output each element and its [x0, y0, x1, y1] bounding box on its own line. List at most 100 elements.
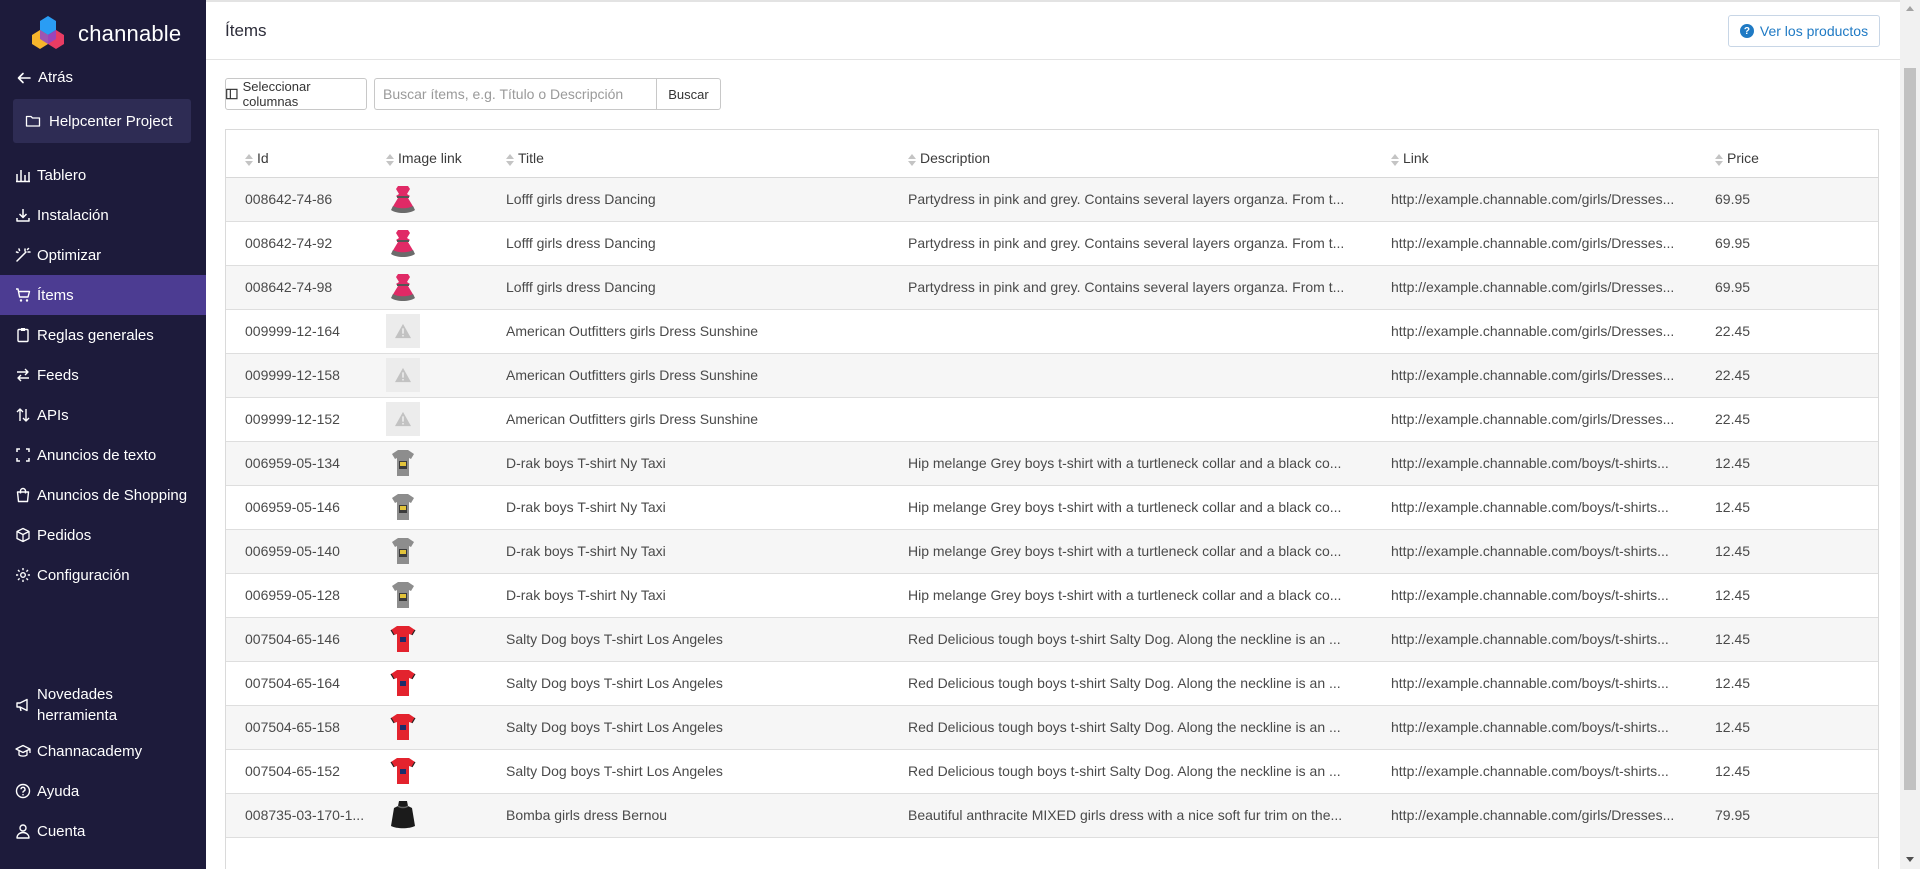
sidebar-item-tablero[interactable]: Tablero [0, 155, 206, 195]
sidebar-item-optimizar[interactable]: Optimizar [0, 235, 206, 275]
bar-chart-icon [16, 170, 30, 183]
table-row[interactable]: 008642-74-86 Lofff girls dress Dancing Par… [226, 177, 1878, 222]
cell-link: http://example.channable.com/boys/t-shir… [1391, 661, 1715, 706]
sidebar-item-anuncios-texto[interactable]: Anuncios de texto [0, 435, 206, 475]
table-row[interactable]: 007504-65-164 Salty Dog boys T-shirt Los … [226, 661, 1878, 706]
cell-image [386, 177, 506, 222]
cell-title: Salty Dog boys T-shirt Los Angeles [506, 749, 908, 794]
scroll-up-arrow[interactable] [1906, 6, 1914, 11]
items-table: Id Image link Title Description Link Pri… [225, 129, 1879, 869]
cell-description: Hip melange Grey boys t-shirt with a tur… [908, 485, 1391, 530]
sidebar-item-apis[interactable]: APIs [0, 395, 206, 435]
cell-image [386, 309, 506, 354]
search-button[interactable]: Buscar [656, 78, 721, 110]
sidebar-item-label: Anuncios de texto [37, 446, 157, 464]
cell-id: 008642-74-92 [226, 221, 386, 266]
cell-image [386, 617, 506, 662]
columns-icon [226, 88, 238, 100]
table-row[interactable]: 008642-74-98 Lofff girls dress Dancing Par… [226, 265, 1878, 310]
logo-text: channable [78, 21, 182, 46]
sidebar-item-pedidos[interactable]: Pedidos [0, 515, 206, 555]
cell-image [386, 529, 506, 574]
sidebar-item-ayuda[interactable]: Ayuda [0, 771, 206, 811]
product-thumbnail [386, 270, 492, 304]
magic-wand-icon [15, 247, 31, 262]
table-row[interactable]: 008642-74-92 Lofff girls dress Dancing Par… [226, 221, 1878, 266]
cell-link: http://example.channable.com/girls/Dress… [1391, 177, 1715, 222]
cell-price: 12.45 [1715, 485, 1878, 530]
column-header-title[interactable]: Title [506, 130, 908, 178]
cell-title: Salty Dog boys T-shirt Los Angeles [506, 661, 908, 706]
cell-id: 009999-12-152 [226, 397, 386, 442]
table-row[interactable]: 006959-05-140 D-rak boys T-shirt Ny Taxi H… [226, 529, 1878, 574]
cell-image [386, 573, 506, 618]
sidebar-item-configuracion[interactable]: Configuración [0, 555, 206, 595]
sidebar-item-label: APIs [37, 406, 69, 424]
table-row[interactable]: 009999-12-152 American Outfitters girls D… [226, 397, 1878, 442]
cell-price: 69.95 [1715, 221, 1878, 266]
table-row[interactable]: 006959-05-128 D-rak boys T-shirt Ny Taxi H… [226, 573, 1878, 618]
cell-title: Bomba girls dress Bernou [506, 793, 908, 838]
select-columns-button[interactable]: Seleccionar columnas [225, 78, 367, 110]
view-products-button[interactable]: ? Ver los productos [1728, 15, 1880, 47]
column-header-description[interactable]: Description [908, 130, 1391, 178]
missing-image-icon [386, 358, 492, 392]
sidebar-item-channacademy[interactable]: Channacademy [0, 731, 206, 771]
sort-icon [506, 153, 514, 166]
sidebar-item-label: Configuración [37, 566, 130, 584]
cell-description: Red Delicious tough boys t-shirt Salty D… [908, 749, 1391, 794]
scroll-down-arrow[interactable] [1906, 857, 1914, 862]
sidebar-item-items[interactable]: Ítems [0, 275, 206, 315]
table-row[interactable]: 006959-05-146 D-rak boys T-shirt Ny Taxi H… [226, 485, 1878, 530]
cell-id: 006959-05-146 [226, 485, 386, 530]
cell-price: 22.45 [1715, 309, 1878, 354]
cell-title: D-rak boys T-shirt Ny Taxi [506, 441, 908, 486]
cell-image [386, 749, 506, 794]
missing-image-icon [386, 402, 492, 436]
sidebar-item-cuenta[interactable]: Cuenta [0, 811, 206, 851]
table-row[interactable]: 006959-05-134 D-rak boys T-shirt Ny Taxi H… [226, 441, 1878, 486]
sidebar-item-instalacion[interactable]: Instalación [0, 195, 206, 235]
table-row[interactable]: 007504-65-152 Salty Dog boys T-shirt Los … [226, 749, 1878, 794]
product-thumbnail [386, 490, 492, 524]
table-row[interactable]: 007504-65-158 Salty Dog boys T-shirt Los … [226, 705, 1878, 750]
search-input[interactable] [374, 78, 656, 110]
cell-link: http://example.channable.com/girls/Dress… [1391, 353, 1715, 398]
table-row[interactable]: 009999-12-158 American Outfitters girls D… [226, 353, 1878, 398]
project-selector[interactable]: Helpcenter Project [13, 99, 191, 143]
cell-description [908, 353, 1391, 398]
column-header-link[interactable]: Link [1391, 130, 1715, 178]
sidebar: channable Atrás Helpcenter Project Table… [0, 0, 206, 869]
cell-title: Salty Dog boys T-shirt Los Angeles [506, 705, 908, 750]
back-link[interactable]: Atrás [16, 69, 73, 86]
megaphone-icon [16, 698, 28, 712]
transfer-icon [17, 368, 29, 382]
sidebar-item-label: Reglas generales [37, 326, 154, 344]
product-thumbnail [386, 446, 492, 480]
scrollbar-thumb[interactable] [1904, 68, 1916, 790]
cell-description: Partydress in pink and grey. Contains se… [908, 265, 1391, 310]
sidebar-item-label: Optimizar [37, 246, 102, 264]
cell-price: 12.45 [1715, 529, 1878, 574]
cell-price: 12.45 [1715, 441, 1878, 486]
channable-logo[interactable]: channable [28, 14, 181, 54]
table-row[interactable]: 008735-03-170-1... Bomba girls dress Bern… [226, 793, 1878, 838]
sidebar-item-anuncios-shopping[interactable]: Anuncios de Shopping [0, 475, 206, 515]
cell-image [386, 265, 506, 310]
cell-id: 007504-65-158 [226, 705, 386, 750]
cell-link: http://example.channable.com/boys/t-shir… [1391, 705, 1715, 750]
column-header-image-link[interactable]: Image link [386, 130, 506, 178]
help-circle-icon [15, 783, 31, 799]
sidebar-item-reglas-generales[interactable]: Reglas generales [0, 315, 206, 355]
cell-id: 006959-05-134 [226, 441, 386, 486]
column-header-price[interactable]: Price [1715, 130, 1878, 178]
sidebar-item-novedades[interactable]: Novedades herramienta [0, 681, 206, 729]
table-row[interactable]: 009999-12-164 American Outfitters girls D… [226, 309, 1878, 354]
cell-description: Hip melange Grey boys t-shirt with a tur… [908, 573, 1391, 618]
table-row[interactable]: 007504-65-146 Salty Dog boys T-shirt Los … [226, 617, 1878, 662]
download-icon [16, 209, 30, 222]
column-header-id[interactable]: Id [226, 130, 386, 178]
cell-price: 12.45 [1715, 705, 1878, 750]
sidebar-item-feeds[interactable]: Feeds [0, 355, 206, 395]
sidebar-item-label: Novedades herramienta [37, 686, 118, 724]
